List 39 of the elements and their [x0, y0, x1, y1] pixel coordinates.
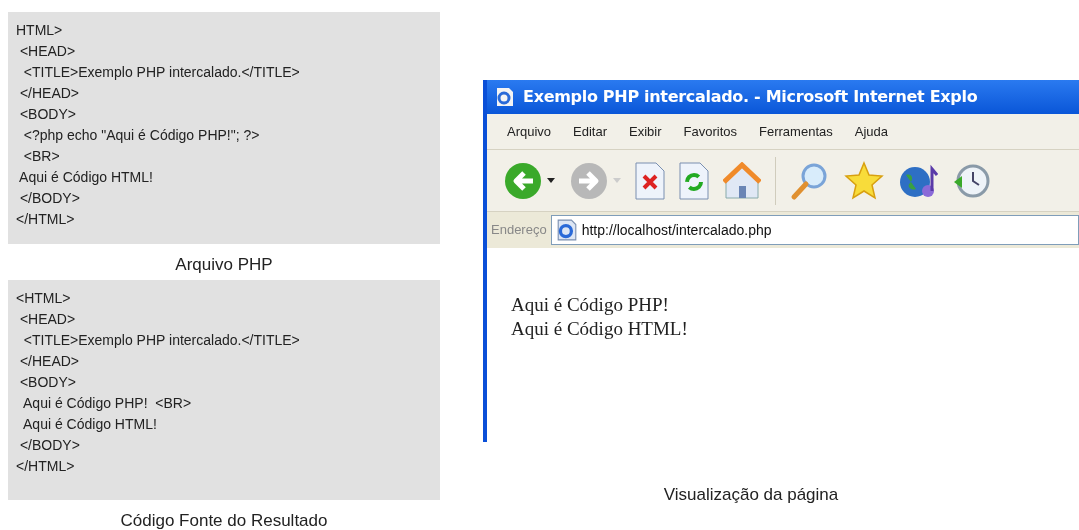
menu-item[interactable]: Ferramentas — [759, 121, 833, 142]
menu-item[interactable]: Editar — [573, 121, 608, 142]
star-icon[interactable] — [844, 160, 884, 201]
code-line: Aqui é Código HTML! — [22, 414, 158, 434]
code-line: <?php echo "Aqui é Código PHP!"; ?> — [22, 126, 261, 145]
page-text: Aqui é Código HTML! — [511, 317, 689, 341]
code-line: <TITLE>Exemplo PHP intercalado.</TITLE> — [22, 330, 301, 350]
window-title: Exemplo PHP intercalado. - Microsoft Internet Explo — [523, 86, 978, 108]
code-line: <TITLE>Exemplo PHP intercalado.</TITLE> — [22, 63, 301, 82]
code-line: Aqui é Código HTML! — [18, 168, 154, 187]
code-line: </HEAD> — [18, 84, 81, 103]
code-line: </HEAD> — [18, 351, 81, 371]
panel-caption: Código Fonte do Resultado — [120, 509, 328, 530]
code-line: <HTML> — [16, 288, 72, 308]
browser-caption: Visualização da página — [663, 484, 839, 506]
code-line: <BR> — [22, 147, 61, 166]
code-line: HTML> — [16, 21, 64, 40]
address-label: Endereço — [490, 221, 548, 240]
code-line: <HEAD> — [18, 42, 77, 61]
code-line: <HEAD> — [18, 309, 77, 329]
url-text: http://localhost/intercalado.php — [581, 220, 772, 240]
code-line: <BODY> — [18, 372, 77, 392]
menu-item[interactable]: Ajuda — [854, 121, 888, 142]
caret-icon[interactable] — [547, 177, 555, 184]
menu-item[interactable]: Favoritos — [683, 121, 738, 142]
code-line: Aqui é Código PHP! <BR> — [22, 393, 193, 413]
code-line: </HTML> — [16, 210, 76, 229]
code-line: </BODY> — [18, 189, 81, 208]
page-text: Aqui é Código PHP! — [511, 293, 670, 317]
menu-item[interactable]: Exibir — [629, 121, 662, 142]
code-line: <BODY> — [18, 105, 77, 124]
house-icon[interactable] — [723, 161, 761, 200]
address-field[interactable]: http://localhost/intercalado.php — [550, 215, 1079, 245]
panel-caption: Arquivo PHP — [175, 254, 273, 276]
code-line: </BODY> — [18, 435, 81, 455]
page-refresh-icon[interactable] — [679, 161, 709, 200]
menu-item[interactable]: Arquivo — [507, 121, 552, 142]
code-line: </HTML> — [16, 456, 76, 476]
page-x-icon[interactable] — [635, 161, 665, 200]
